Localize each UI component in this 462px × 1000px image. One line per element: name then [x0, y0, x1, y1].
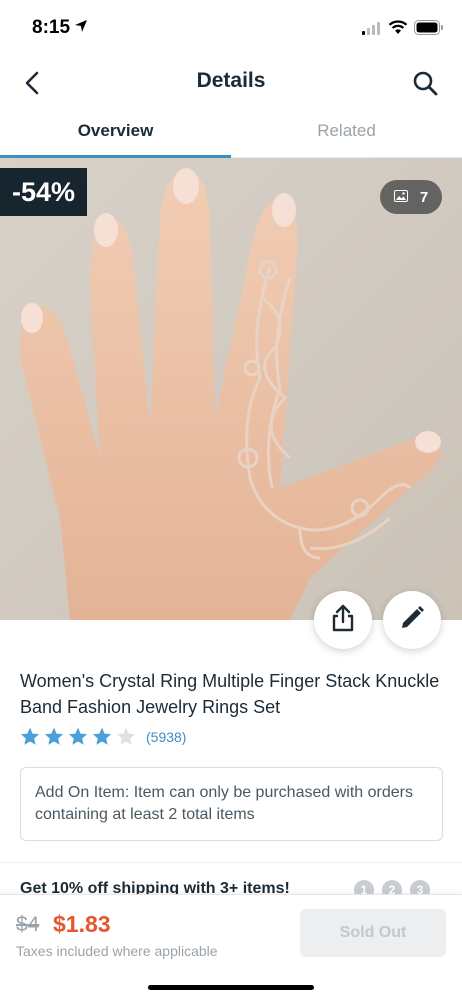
- star-filled-icon: [69, 727, 87, 745]
- status-bar: 8:15: [0, 0, 462, 56]
- shipping-promo-text: Get 10% off shipping with 3+ items!: [20, 880, 290, 894]
- image-icon: [393, 189, 408, 206]
- search-button[interactable]: [410, 68, 440, 98]
- cellular-signal-icon: [362, 21, 382, 40]
- share-button[interactable]: [314, 591, 372, 649]
- tab-related[interactable]: Related: [231, 108, 462, 158]
- star-filled-icon: [21, 727, 39, 745]
- share-icon: [330, 604, 356, 637]
- battery-icon: [414, 20, 444, 40]
- promo-steps: 1 2 3: [354, 880, 430, 894]
- page-title: Details: [196, 69, 266, 92]
- product-photo: [0, 158, 462, 620]
- wifi-icon: [388, 20, 408, 40]
- photo-count-value: 7: [419, 188, 429, 206]
- tax-note: Taxes included where applicable: [16, 943, 218, 959]
- status-time: 8:15: [32, 17, 71, 38]
- star-rating: [20, 727, 136, 746]
- star-filled-icon: [45, 727, 63, 745]
- edit-button[interactable]: [383, 591, 441, 649]
- discount-badge: -54%: [0, 168, 88, 216]
- divider: [0, 862, 462, 863]
- search-icon: [410, 71, 440, 102]
- pencil-icon: [399, 605, 425, 636]
- add-on-notice: Add On Item: Item can only be purchased …: [20, 767, 443, 841]
- promo-step: 1: [354, 880, 374, 894]
- product-title: Women's Crystal Ring Multiple Finger Sta…: [20, 671, 440, 717]
- tab-overview[interactable]: Overview: [0, 108, 231, 158]
- tab-bar: Overview Related: [0, 108, 462, 158]
- sale-price: $1.83: [53, 911, 111, 937]
- nav-bar: Details: [0, 56, 462, 108]
- rating-row[interactable]: (5938): [20, 727, 186, 746]
- sold-out-button[interactable]: Sold Out: [300, 909, 446, 957]
- product-image[interactable]: -54% 7: [0, 158, 462, 620]
- promo-step: 3: [410, 880, 430, 894]
- photo-count-button[interactable]: 7: [380, 180, 442, 214]
- promo-step: 2: [382, 880, 402, 894]
- star-filled-icon: [93, 727, 111, 745]
- location-arrow-icon: [74, 19, 88, 38]
- home-indicator[interactable]: [148, 985, 314, 990]
- rating-count[interactable]: (5938): [146, 729, 186, 745]
- original-price: $4: [16, 913, 40, 936]
- star-empty-icon: [117, 727, 135, 745]
- status-icons: [362, 20, 444, 40]
